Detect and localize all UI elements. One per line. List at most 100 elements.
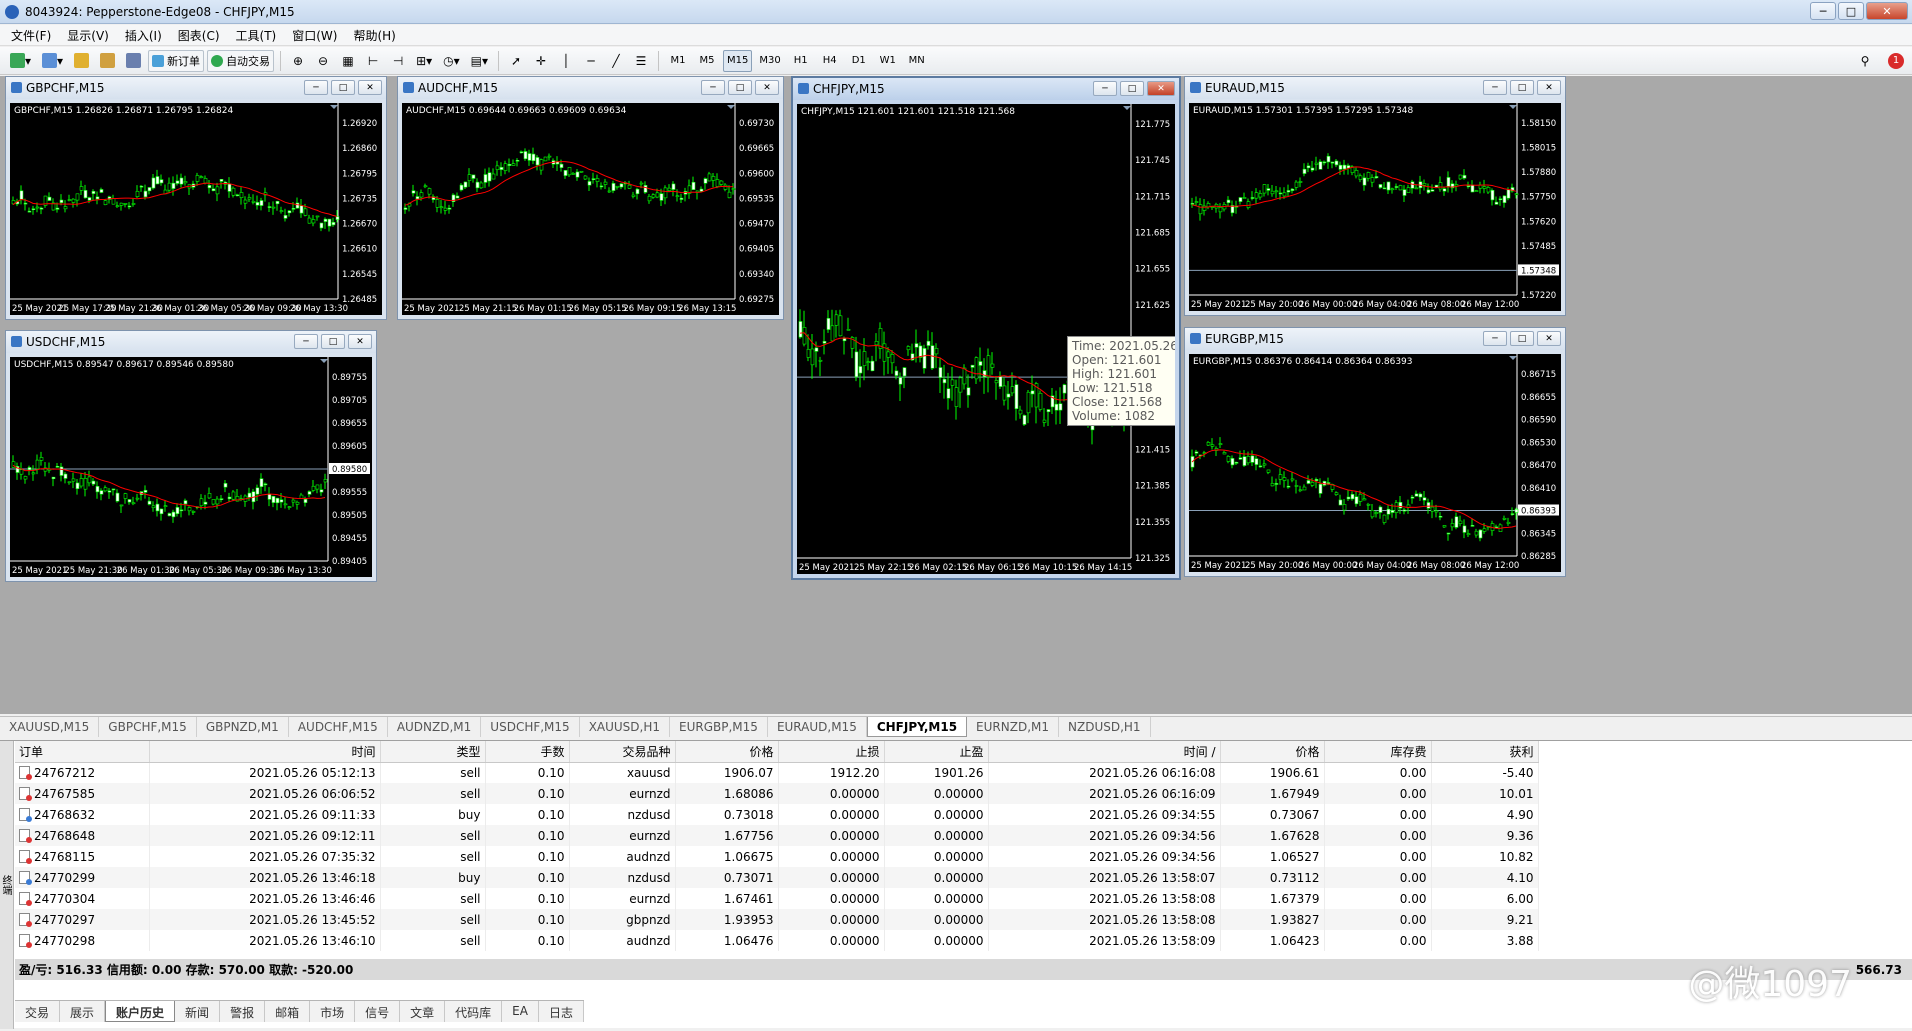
column-header[interactable]: 交易品种: [569, 741, 676, 763]
minimize-button[interactable]: ─: [1093, 81, 1117, 96]
close-button[interactable]: ✕: [348, 334, 372, 349]
table-row[interactable]: 24767212 2021.05.26 05:12:13 sell 0.10 xauus…: [15, 762, 1539, 783]
tf-h1[interactable]: H1: [788, 50, 814, 72]
zoom-out-icon[interactable]: ⊖: [312, 50, 334, 72]
data-window-icon[interactable]: [96, 50, 119, 72]
zoom-in-icon[interactable]: ⊕: [287, 50, 309, 72]
channel-icon[interactable]: ☰: [630, 50, 652, 72]
column-header[interactable]: 类型: [380, 741, 486, 763]
tf-m30[interactable]: M30: [755, 50, 784, 72]
menu-charts[interactable]: 图表(C): [171, 25, 227, 46]
window-tab[interactable]: NZDUSD,H1: [1059, 717, 1151, 737]
column-header[interactable]: 手数: [485, 741, 570, 763]
menu-file[interactable]: 文件(F): [4, 25, 58, 46]
close-button[interactable]: ✕: [755, 80, 779, 95]
tab-articles[interactable]: 文章: [400, 1001, 446, 1022]
market-watch-icon[interactable]: [70, 50, 93, 72]
search-icon[interactable]: ⚲: [1854, 50, 1876, 72]
menu-window[interactable]: 窗口(W): [285, 25, 344, 46]
tf-mn[interactable]: MN: [904, 50, 930, 72]
window-tab[interactable]: AUDNZD,M1: [388, 717, 482, 737]
price-chart[interactable]: 0.89755 0.89705 0.89655 0.89605 0.89580 0.895…: [10, 357, 372, 577]
close-button[interactable]: ✕: [1537, 80, 1561, 95]
maximize-button[interactable]: □: [321, 334, 345, 349]
maximize-button[interactable]: □: [1838, 2, 1864, 20]
chart-canvas[interactable]: 0.89755 0.89705 0.89655 0.89605 0.89580 0.895…: [10, 357, 372, 577]
tab-trade[interactable]: 交易: [15, 1001, 61, 1022]
new-order-button[interactable]: 新订单: [148, 49, 205, 72]
column-header[interactable]: 获利: [1431, 741, 1539, 763]
tf-w1[interactable]: W1: [875, 50, 901, 72]
tf-m15[interactable]: M15: [723, 49, 753, 72]
tf-d1[interactable]: D1: [846, 50, 872, 72]
price-chart[interactable]: 1.58150 1.58015 1.57880 1.57750 1.57620 1.574…: [1189, 103, 1561, 311]
column-header[interactable]: 订单: [15, 741, 150, 763]
menu-tools[interactable]: 工具(T): [229, 25, 284, 46]
table-row[interactable]: 24770299 2021.05.26 13:46:18 buy 0.10 nzdusd…: [15, 867, 1539, 888]
table-row[interactable]: 24767585 2021.05.26 06:06:52 sell 0.10 eurnz…: [15, 783, 1539, 804]
tile-windows-icon[interactable]: ▦: [337, 50, 359, 72]
minimize-button[interactable]: ─: [1810, 2, 1836, 20]
autoscroll-icon[interactable]: ⊣: [387, 50, 409, 72]
tf-m5[interactable]: M5: [694, 50, 720, 72]
table-row[interactable]: 24768632 2021.05.26 09:11:33 buy 0.10 nzdusd…: [15, 804, 1539, 825]
menu-help[interactable]: 帮助(H): [346, 25, 402, 46]
chart-canvas[interactable]: 1.26920 1.26860 1.26795 1.26735 1.26670 1.266…: [10, 103, 382, 315]
auto-trading-button[interactable]: 自动交易: [207, 49, 275, 72]
column-header[interactable]: 价格: [675, 741, 779, 763]
close-button[interactable]: ✕: [1866, 2, 1908, 20]
chart-window-chfjpy[interactable]: CHFJPY,M15 ─ □ ✕ 121.775 121.745 121.715 121.…: [791, 76, 1181, 580]
menu-insert[interactable]: 插入(I): [118, 25, 169, 46]
minimize-button[interactable]: ─: [1483, 80, 1507, 95]
price-chart[interactable]: 121.775 121.745 121.715 121.685 121.655 121.6…: [797, 104, 1175, 574]
price-chart[interactable]: 0.86715 0.86655 0.86590 0.86530 0.86470 0.864…: [1189, 354, 1561, 572]
table-row[interactable]: 24770298 2021.05.26 13:46:10 sell 0.10 audnz…: [15, 930, 1539, 951]
column-header[interactable]: 时间 /: [988, 741, 1221, 763]
window-tab[interactable]: AUDCHF,M15: [289, 717, 388, 737]
minimize-button[interactable]: ─: [304, 80, 328, 95]
chart-canvas[interactable]: 0.86715 0.86655 0.86590 0.86530 0.86470 0.864…: [1189, 354, 1561, 572]
maximize-button[interactable]: □: [1120, 81, 1144, 96]
tab-code-base[interactable]: 代码库: [445, 1001, 503, 1022]
navigator-icon[interactable]: [122, 50, 145, 72]
table-row[interactable]: 24768648 2021.05.26 09:12:11 sell 0.10 eurnz…: [15, 825, 1539, 846]
window-tab[interactable]: EURNZD,M1: [967, 717, 1059, 737]
price-chart[interactable]: 0.69730 0.69665 0.69600 0.69535 0.69470 0.694…: [402, 103, 779, 315]
chart-canvas[interactable]: 0.69730 0.69665 0.69600 0.69535 0.69470 0.694…: [402, 103, 779, 315]
window-tab[interactable]: XAUUSD,M15: [0, 717, 100, 737]
horizontal-line-icon[interactable]: ─: [580, 50, 602, 72]
table-row[interactable]: 24768115 2021.05.26 07:35:32 sell 0.10 audnz…: [15, 846, 1539, 867]
maximize-button[interactable]: □: [331, 80, 355, 95]
tab-journal[interactable]: 日志: [538, 1001, 584, 1022]
menu-view[interactable]: 显示(V): [60, 25, 116, 46]
close-button[interactable]: ✕: [1147, 81, 1175, 96]
column-header[interactable]: 时间: [149, 741, 381, 763]
chart-window-eurgbp[interactable]: EURGBP,M15 ─ □ ✕ 0.86715 0.86655 0.86590 0.86…: [1184, 327, 1566, 577]
window-tab-active[interactable]: CHFJPY,M15: [866, 717, 968, 737]
tab-exposure[interactable]: 展示: [60, 1001, 106, 1022]
table-row[interactable]: 24770297 2021.05.26 13:45:52 sell 0.10 gbpnz…: [15, 909, 1539, 930]
minimize-button[interactable]: ─: [1483, 331, 1507, 346]
minimize-button[interactable]: ─: [294, 334, 318, 349]
tab-account-history[interactable]: 账户历史: [105, 1001, 176, 1022]
window-tab[interactable]: XAUUSD,H1: [580, 717, 671, 737]
column-header[interactable]: 止损: [778, 741, 885, 763]
maximize-button[interactable]: □: [728, 80, 752, 95]
window-tab[interactable]: GBPCHF,M15: [99, 717, 197, 737]
chart-window-gbpchf[interactable]: GBPCHF,M15 ─ □ ✕ 1.26920 1.26860 1.26795 1.26…: [5, 76, 387, 320]
tf-m1[interactable]: M1: [665, 50, 691, 72]
crosshair-icon[interactable]: ✛: [530, 50, 552, 72]
vertical-line-icon[interactable]: │: [555, 50, 577, 72]
indicators-icon[interactable]: ⊞▾: [412, 50, 436, 72]
chart-shift-icon[interactable]: ⊢: [362, 50, 384, 72]
chart-window-usdchf[interactable]: USDCHF,M15 ─ □ ✕ 0.89755 0.89705 0.89655 0.89…: [5, 330, 377, 582]
new-chart-button[interactable]: ▾: [6, 50, 35, 72]
tab-alerts[interactable]: 警报: [220, 1001, 266, 1022]
periods-icon[interactable]: ◷▾: [439, 50, 464, 72]
tab-experts[interactable]: EA: [502, 1001, 539, 1022]
chart-canvas[interactable]: 1.58150 1.58015 1.57880 1.57750 1.57620 1.574…: [1189, 103, 1561, 311]
window-tab[interactable]: EURAUD,M15: [768, 717, 867, 737]
column-header[interactable]: 止盈: [884, 741, 989, 763]
notification-badge[interactable]: 1: [1888, 52, 1904, 69]
chart-window-euraud[interactable]: EURAUD,M15 ─ □ ✕ 1.58150 1.58015 1.57880 1.57…: [1184, 76, 1566, 316]
